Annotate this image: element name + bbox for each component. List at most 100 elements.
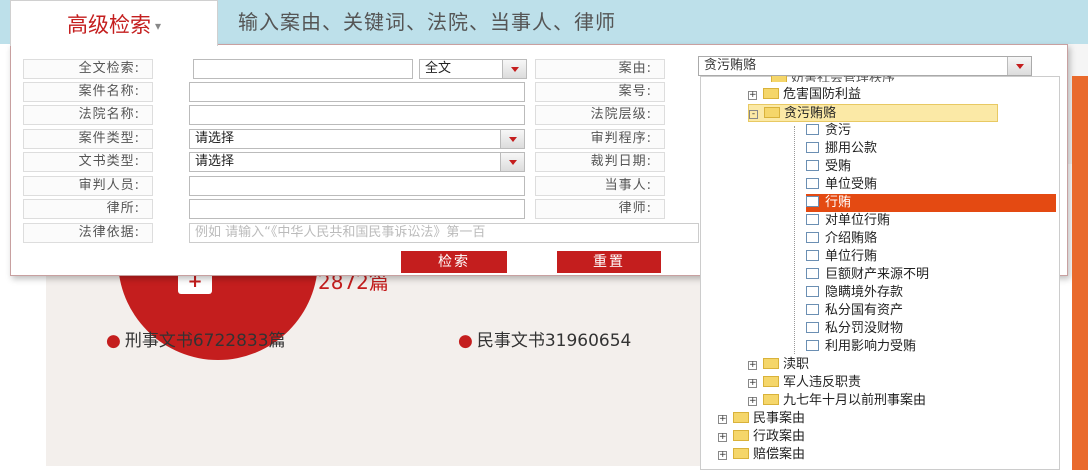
tree-node-label: 利用影响力受贿 — [825, 339, 917, 354]
tree-node[interactable]: 贪污 — [806, 122, 851, 140]
expand-icon[interactable]: + — [748, 379, 757, 388]
case-type-select[interactable]: 请选择 — [189, 129, 525, 149]
judge-label: 审判人员: — [23, 176, 153, 196]
document-icon — [806, 196, 819, 207]
fulltext-label: 全文检索: — [23, 59, 153, 79]
tree-node-label: 私分罚没财物 — [825, 321, 904, 336]
tree-node-label: 挪用公款 — [825, 141, 878, 156]
advanced-search-label: 高级检索 — [66, 12, 151, 37]
tree-connector-line — [794, 126, 795, 354]
tree-node[interactable]: + 渎职 — [748, 356, 809, 374]
case-name-input[interactable] — [189, 82, 525, 102]
fulltext-scope-select[interactable]: 全文 — [419, 59, 527, 79]
search-hint-text[interactable]: 输入案由、关键词、法院、当事人、律师 — [238, 6, 616, 35]
law-firm-label: 律所: — [23, 199, 153, 219]
tree-node-label: 行政案由 — [753, 429, 806, 444]
tree-node-label: 对单位行贿 — [825, 213, 891, 228]
document-icon — [806, 232, 819, 243]
court-level-label: 法院层级: — [535, 105, 665, 125]
case-type-value: 请选择 — [195, 131, 235, 146]
folder-icon — [733, 448, 749, 459]
tree-node-label: 介绍贿赂 — [825, 231, 878, 246]
tree-node[interactable]: 单位受贿 — [806, 176, 877, 194]
fulltext-input[interactable] — [193, 59, 413, 79]
advanced-search-tab[interactable]: 高级检索 ▾ — [10, 0, 218, 46]
expand-icon[interactable]: + — [748, 397, 757, 406]
cause-select-value: 贪污贿赂 — [704, 58, 757, 73]
expand-icon[interactable]: + — [718, 433, 727, 442]
search-button[interactable]: 检索 — [401, 251, 507, 273]
court-name-label: 法院名称: — [23, 105, 153, 125]
document-icon — [806, 322, 819, 333]
tree-node[interactable]: 隐瞒境外存款 — [806, 284, 903, 302]
chevron-down-icon[interactable] — [500, 130, 524, 148]
tree-node[interactable]: + 九七年十月以前刑事案由 — [748, 392, 926, 410]
tree-node[interactable]: 受贿 — [806, 158, 851, 176]
collapse-icon[interactable]: - — [749, 110, 758, 119]
tree-node-label: 危害国防利益 — [783, 87, 862, 102]
legal-basis-input[interactable]: 例如 请输入“《中华人民共和国民事诉讼法》第一百 — [189, 223, 699, 243]
chevron-down-icon[interactable] — [1007, 57, 1031, 75]
expand-icon[interactable]: + — [718, 415, 727, 424]
tree-node[interactable]: 介绍贿赂 — [806, 230, 877, 248]
tree-node[interactable]: 利用影响力受贿 — [806, 338, 916, 356]
tree-node[interactable]: + 行政案由 — [718, 428, 805, 446]
criminal-doc-stat[interactable]: ● 刑事文书6722833篇 — [106, 326, 286, 351]
tree-node-label: 隐瞒境外存款 — [825, 285, 904, 300]
folder-icon — [763, 394, 779, 405]
tree-scrollbar[interactable] — [1072, 76, 1088, 470]
tree-node[interactable]: + 军人违反职责 — [748, 374, 861, 392]
tree-node-label: 民事案由 — [753, 411, 806, 426]
tree-node-label: 贪污 — [825, 123, 852, 138]
cause-label: 案由: — [535, 59, 665, 79]
document-icon — [806, 268, 819, 279]
tree-node-label: 行贿 — [825, 195, 852, 210]
bullet-icon: ● — [458, 331, 473, 351]
lawyer-label: 律师: — [535, 199, 665, 219]
folder-icon — [733, 412, 749, 423]
tree-node-label: 单位受贿 — [825, 177, 878, 192]
court-name-input[interactable] — [189, 105, 525, 125]
law-firm-input[interactable] — [189, 199, 525, 219]
doc-type-value: 请选择 — [195, 154, 235, 169]
expand-icon[interactable]: + — [748, 361, 757, 370]
expand-icon[interactable]: + — [748, 91, 757, 100]
judge-input[interactable] — [189, 176, 525, 196]
document-icon — [806, 142, 819, 153]
expand-icon[interactable]: + — [718, 451, 727, 460]
chevron-down-icon[interactable] — [500, 153, 524, 171]
case-type-label: 案件类型: — [23, 129, 153, 149]
document-icon — [806, 124, 819, 135]
civil-doc-stat-label: 民事文书31960654 — [476, 331, 632, 351]
tree-node[interactable]: + 危害国防利益 — [748, 86, 861, 104]
tree-node-label: 私分国有资产 — [825, 303, 904, 318]
bullet-icon: ● — [106, 331, 121, 351]
tree-node[interactable]: 巨额财产来源不明 — [806, 266, 929, 284]
doc-type-select[interactable]: 请选择 — [189, 152, 525, 172]
folder-icon — [763, 376, 779, 387]
civil-doc-stat[interactable]: ● 民事文书31960654 — [458, 326, 631, 351]
tree-node[interactable]: + 赔偿案由 — [718, 446, 805, 464]
judgment-date-label: 裁判日期: — [535, 152, 665, 172]
case-name-label: 案件名称: — [23, 82, 153, 102]
tree-node[interactable]: 行贿 — [806, 194, 1056, 212]
folder-icon — [764, 107, 780, 118]
tree-node-label: 赔偿案由 — [753, 447, 806, 462]
tree-node[interactable]: + 民事案由 — [718, 410, 805, 428]
chevron-down-icon[interactable] — [502, 60, 526, 78]
reset-button[interactable]: 重置 — [557, 251, 661, 273]
tree-node[interactable]: 私分国有资产 — [806, 302, 903, 320]
tree-node[interactable]: - 贪污贿赂 — [748, 104, 998, 122]
folder-icon — [733, 430, 749, 441]
tree-node[interactable]: 挪用公款 — [806, 140, 877, 158]
folder-icon — [763, 88, 779, 99]
tree-node[interactable]: 私分罚没财物 — [806, 320, 903, 338]
tree-node-label: 渎职 — [783, 357, 810, 372]
legal-basis-label: 法律依据: — [23, 223, 153, 243]
document-icon — [806, 178, 819, 189]
tree-node[interactable]: 单位行贿 — [806, 248, 877, 266]
document-icon — [806, 250, 819, 261]
tree-node-label: 受贿 — [825, 159, 852, 174]
cause-select[interactable]: 贪污贿赂 — [698, 56, 1032, 76]
tree-node[interactable]: 对单位行贿 — [806, 212, 890, 230]
